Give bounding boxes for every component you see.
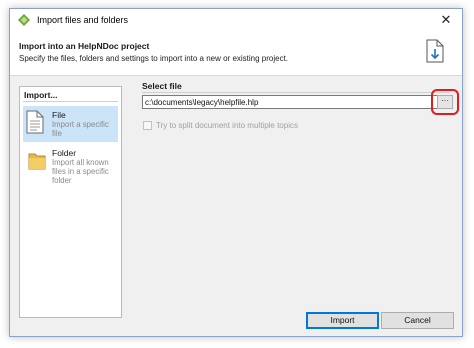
browse-button[interactable]: ··· [437,95,453,109]
import-document-icon [426,39,444,63]
import-item-file[interactable]: File Import a specific file [23,106,118,142]
import-button[interactable]: Import [306,312,379,329]
import-item-folder[interactable]: Folder Import all known files in a speci… [23,144,118,185]
folder-icon [28,153,46,170]
import-type-panel: Import... File Import a specific file Fo… [19,86,122,318]
import-item-folder-description: Import all known files in a specific fol… [52,158,109,185]
import-panel-heading: Import... [24,90,58,100]
panel-divider [23,101,118,102]
split-topics-label: Try to split document into multiple topi… [156,121,298,130]
import-dialog: Import files and folders ✕ Import into a… [9,8,463,337]
header-subtitle: Specify the files, folders and settings … [19,54,289,63]
split-topics-checkbox[interactable] [143,121,152,130]
select-file-divider [142,92,450,93]
import-item-file-title: File [52,110,66,120]
file-icon [26,110,44,134]
file-path-input[interactable] [142,95,440,109]
header-title: Import into an HelpNDoc project [19,41,150,51]
import-item-folder-title: Folder [52,148,77,158]
import-item-file-description: Import a specific file [52,120,109,138]
dialog-header: Import into an HelpNDoc project Specify … [10,33,462,76]
title-bar: Import files and folders ✕ [10,9,462,33]
cancel-button[interactable]: Cancel [381,312,454,329]
window-title: Import files and folders [37,15,129,25]
select-file-heading: Select file [142,81,182,91]
close-icon[interactable]: ✕ [438,12,454,28]
helpndoc-app-icon [18,14,30,26]
